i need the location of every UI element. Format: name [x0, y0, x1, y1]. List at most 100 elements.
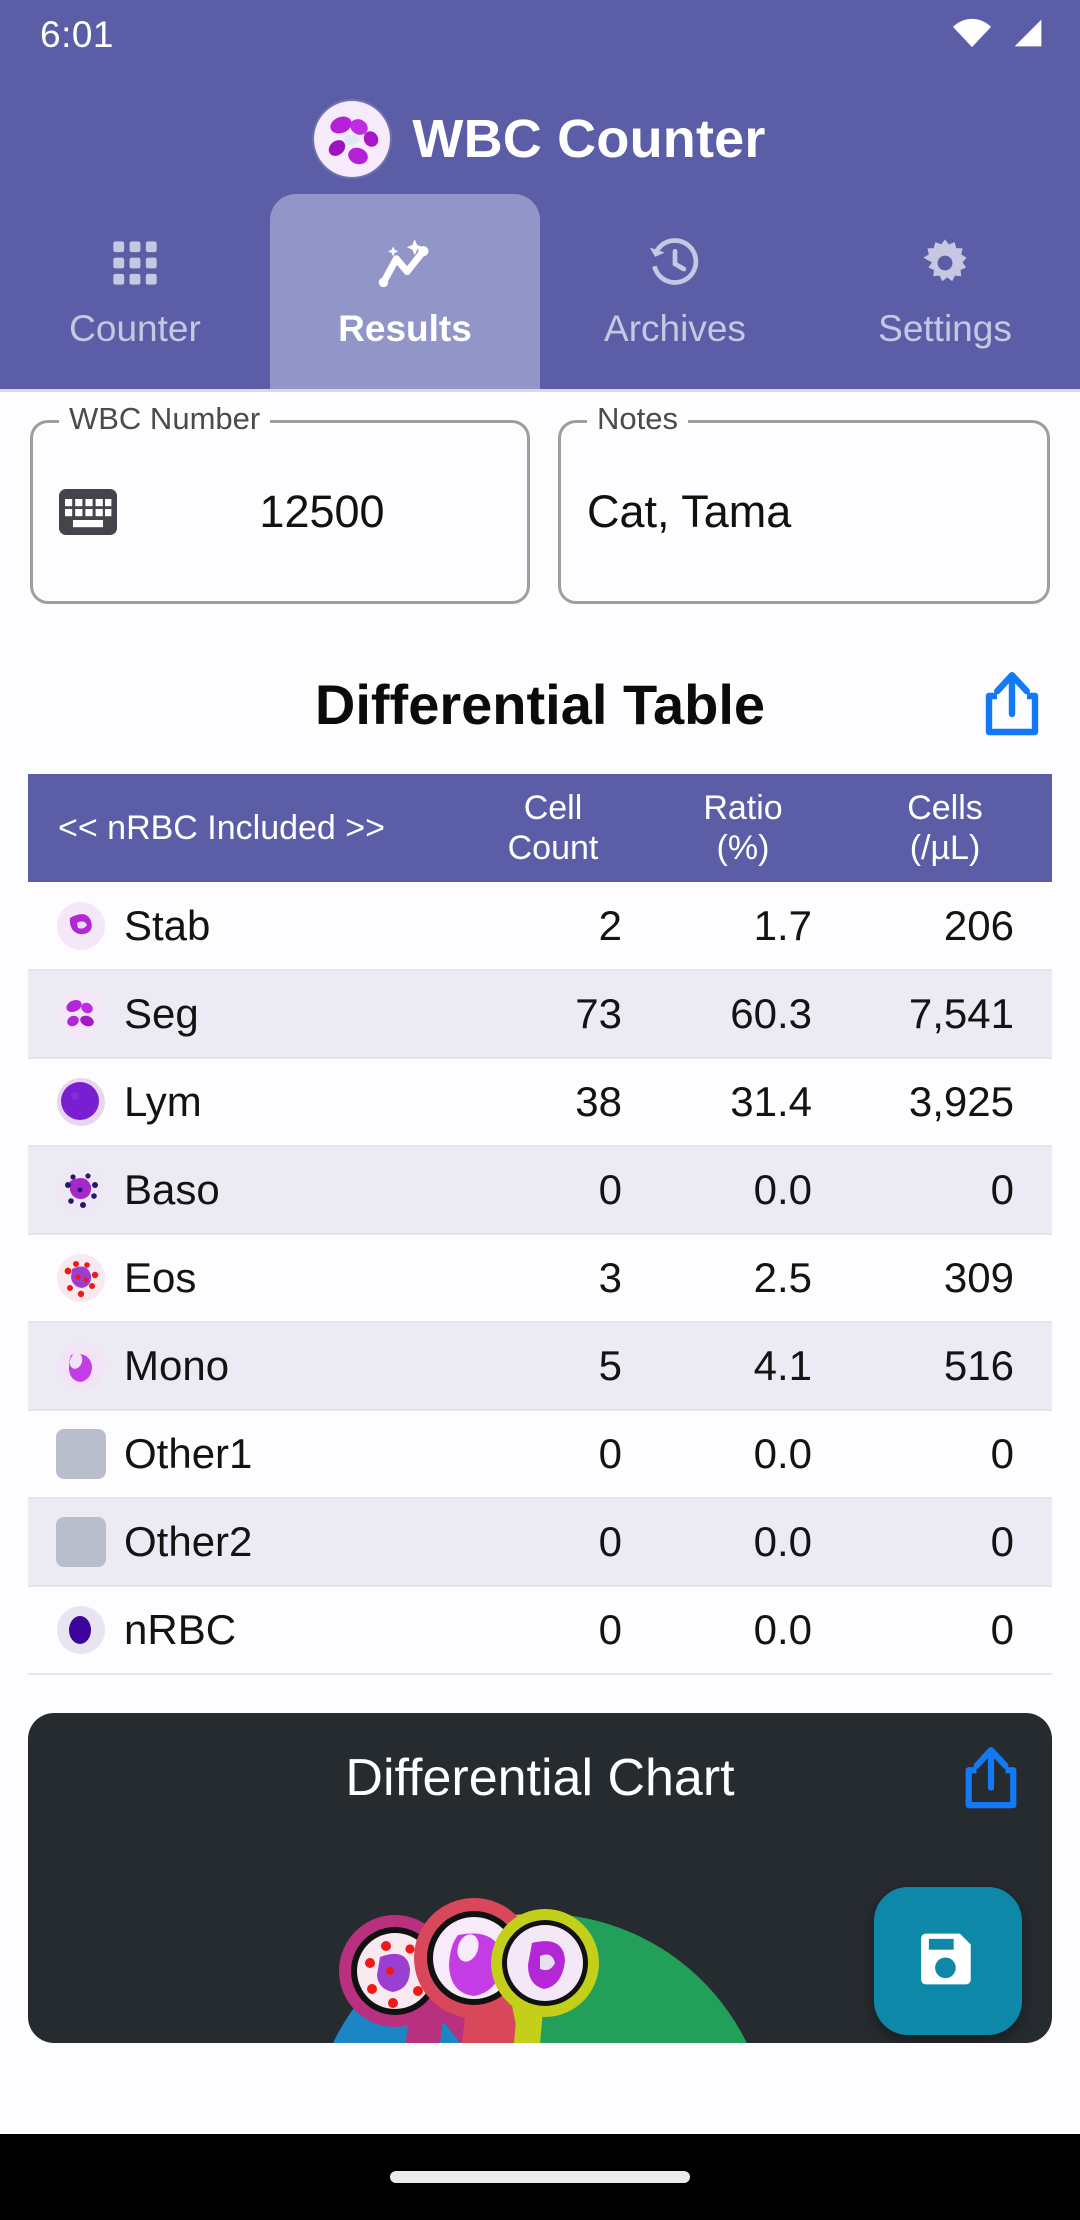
- lymphocyte-icon: [56, 1077, 106, 1127]
- other-square-icon: [56, 1517, 106, 1568]
- basophil-icon: [56, 1165, 106, 1215]
- differential-table-title: Differential Table: [314, 672, 766, 736]
- row-ratio: 0.0: [648, 1586, 838, 1676]
- row-cells: 0: [838, 1410, 1052, 1500]
- th-cell-count: Cell Count: [458, 774, 648, 883]
- th-nrbc-toggle[interactable]: << nRBC Included >>: [28, 774, 458, 883]
- wbc-number-value: 12500: [259, 486, 385, 537]
- row-label: Stab: [124, 901, 211, 949]
- differential-pie-chart: [260, 1853, 820, 2044]
- table-header-row: << nRBC Included >> Cell Count Ratio (%)…: [28, 774, 1052, 883]
- cellular-signal-icon: [1010, 18, 1046, 53]
- tab-counter[interactable]: Counter: [0, 194, 270, 389]
- th-ratio-line1: Ratio: [703, 789, 783, 827]
- status-time: 6:01: [40, 14, 115, 55]
- differential-chart-title: Differential Chart: [345, 1749, 735, 1808]
- band-neutrophil-icon: [56, 901, 106, 951]
- row-cells: 0: [838, 1498, 1052, 1588]
- keyboard-icon[interactable]: [59, 489, 117, 535]
- differential-table: << nRBC Included >> Cell Count Ratio (%)…: [28, 774, 1052, 1676]
- row-cells: 0: [838, 1146, 1052, 1236]
- row-count: 3: [458, 1234, 648, 1324]
- wbc-number-label: WBC Number: [59, 401, 271, 437]
- grid-icon: [109, 234, 161, 292]
- row-ratio: 1.7: [648, 882, 838, 972]
- th-cells-line2: (/µL): [909, 829, 981, 868]
- tab-results[interactable]: Results: [270, 194, 540, 389]
- differential-chart-card: Differential Chart: [28, 1713, 1052, 2044]
- row-ratio: 31.4: [648, 1058, 838, 1148]
- app-screen: 6:01 WBC Counter Counter Results Archive…: [0, 0, 1080, 2220]
- table-row[interactable]: Other2 0 0.0 0: [28, 1498, 1052, 1588]
- row-count: 5: [458, 1322, 648, 1412]
- tab-counter-label: Counter: [69, 307, 201, 349]
- eosinophil-icon: [56, 1253, 106, 1303]
- pie-marker-band-neutrophil: [491, 1909, 599, 2018]
- notes-value: Cat, Tama: [587, 486, 792, 537]
- tab-settings[interactable]: Settings: [810, 194, 1080, 389]
- neutrophil-cell-logo-icon: [314, 101, 391, 177]
- page-title: WBC Counter: [412, 109, 766, 169]
- table-row[interactable]: Mono 5 4.1 516: [28, 1322, 1052, 1412]
- table-row[interactable]: Stab 2 1.7 206: [28, 882, 1052, 972]
- differential-chart-header: Differential Chart: [28, 1713, 1052, 1843]
- row-label: Lym: [124, 1078, 202, 1126]
- differential-table-header: Differential Table: [0, 656, 1080, 752]
- table-body: Stab 2 1.7 206 Seg 73 60.3 7,541 Lym 38 …: [28, 882, 1052, 1676]
- other-square-icon: [56, 1429, 106, 1480]
- save-button[interactable]: [874, 1887, 1022, 2036]
- table-row[interactable]: Lym 38 31.4 3,925: [28, 1058, 1052, 1148]
- row-count: 2: [458, 882, 648, 972]
- row-cells: 206: [838, 882, 1052, 972]
- th-cell-count-line1: Cell: [523, 789, 583, 827]
- share-table-icon[interactable]: [980, 670, 1044, 738]
- status-icons: [952, 18, 1046, 53]
- table-row[interactable]: nRBC 0 0.0 0: [28, 1586, 1052, 1676]
- row-label: Baso: [124, 1166, 220, 1214]
- monocyte-icon: [56, 1341, 106, 1391]
- app-header: WBC Counter Counter Results Archives Set…: [0, 70, 1080, 389]
- row-ratio: 60.3: [648, 970, 838, 1060]
- notes-field[interactable]: Notes Cat, Tama: [558, 401, 1050, 604]
- wbc-number-field[interactable]: WBC Number 12500: [30, 401, 530, 604]
- chart-line-sparkle-icon: [377, 234, 433, 292]
- th-cell-count-line2: Count: [507, 829, 599, 868]
- row-count: 73: [458, 970, 648, 1060]
- row-ratio: 0.0: [648, 1146, 838, 1236]
- app-title-row: WBC Counter: [0, 84, 1080, 194]
- input-fields-row: WBC Number 12500 Notes Cat, Tama: [0, 392, 1080, 604]
- row-cells: 0: [838, 1586, 1052, 1676]
- row-label: Eos: [124, 1254, 197, 1302]
- row-cells: 7,541: [838, 970, 1052, 1060]
- table-row[interactable]: Eos 3 2.5 309: [28, 1234, 1052, 1324]
- table-row[interactable]: Other1 0 0.0 0: [28, 1410, 1052, 1500]
- row-cells: 516: [838, 1322, 1052, 1412]
- table-row[interactable]: Seg 73 60.3 7,541: [28, 970, 1052, 1060]
- row-cells: 3,925: [838, 1058, 1052, 1148]
- row-label: nRBC: [124, 1606, 237, 1654]
- row-ratio: 0.0: [648, 1498, 838, 1588]
- share-chart-icon[interactable]: [960, 1745, 1022, 1811]
- row-count: 0: [458, 1586, 648, 1676]
- status-bar: 6:01: [0, 0, 1080, 70]
- tab-archives[interactable]: Archives: [540, 194, 810, 389]
- save-floppy-icon: [917, 1928, 979, 1995]
- tab-settings-label: Settings: [878, 307, 1012, 349]
- tab-archives-label: Archives: [604, 307, 746, 349]
- tab-results-label: Results: [338, 307, 472, 349]
- th-ratio: Ratio (%): [648, 774, 838, 883]
- row-label: Seg: [124, 990, 199, 1038]
- nucleated-rbc-icon: [56, 1605, 106, 1655]
- row-ratio: 2.5: [648, 1234, 838, 1324]
- th-cells-line1: Cells: [907, 789, 983, 827]
- wifi-icon: [952, 18, 992, 53]
- row-label: Other2: [124, 1518, 253, 1566]
- row-count: 0: [458, 1410, 648, 1500]
- th-ratio-line2: (%): [716, 829, 770, 868]
- row-ratio: 4.1: [648, 1322, 838, 1412]
- home-indicator[interactable]: [390, 2171, 690, 2183]
- table-row[interactable]: Baso 0 0.0 0: [28, 1146, 1052, 1236]
- row-label: Other1: [124, 1430, 253, 1478]
- history-clock-icon: [647, 234, 703, 292]
- row-count: 0: [458, 1146, 648, 1236]
